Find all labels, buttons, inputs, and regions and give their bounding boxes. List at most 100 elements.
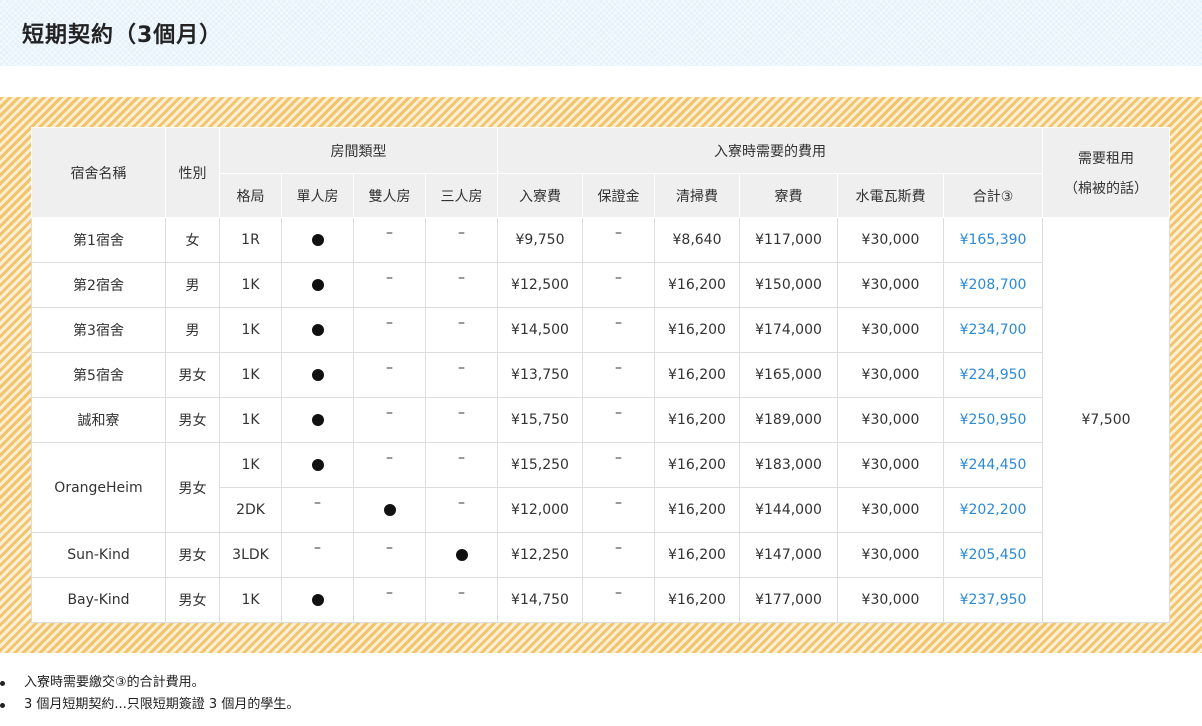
triple-cell: [425, 532, 498, 578]
double-cell: –: [353, 217, 426, 263]
dash-mark: –: [615, 315, 622, 331]
dorm-name-cell: 第1宿舍: [31, 217, 166, 263]
total-cell: ¥250,950: [942, 397, 1044, 443]
filled-circle-icon: [383, 504, 396, 516]
single-cell: [281, 307, 354, 353]
single-cell: [281, 217, 354, 263]
deposit-cell: –: [582, 307, 655, 353]
total-cell: ¥244,450: [942, 442, 1044, 488]
utilities-cell: ¥30,000: [837, 262, 944, 308]
rent-cell: ¥144,000: [739, 487, 838, 533]
dash-mark: –: [615, 270, 622, 286]
notes-list: 入寮時需要繳交③的合計費用。 3 個月短期契約...只限短期簽證 3 個月的學生…: [0, 672, 299, 716]
rent-cell: ¥117,000: [739, 217, 838, 263]
deposit-cell: –: [582, 532, 655, 578]
single-cell: [281, 397, 354, 443]
note-text: 入寮時需要繳交③的合計費用。: [24, 675, 205, 690]
filled-circle-icon: [455, 549, 468, 561]
filled-circle-icon: [311, 234, 324, 246]
dash-mark: –: [458, 270, 465, 286]
table-row: 第2宿舍男 1K – – ¥12,500 – ¥16,200 ¥150,000 ¥30,000 ¥…: [31, 262, 1170, 308]
dash-mark: –: [458, 585, 465, 601]
dash-mark: –: [386, 225, 393, 241]
total-cell: ¥224,950: [942, 352, 1044, 398]
gender-cell: 男女: [165, 352, 220, 398]
header-entry-fee: 入寮費: [497, 173, 583, 218]
double-cell: –: [353, 577, 426, 623]
table-row: 誠和寮 男女 1K – – ¥15,750 – ¥16,200 ¥189,000 ¥30,000 ¥…: [31, 397, 1170, 443]
dash-mark: –: [615, 585, 622, 601]
deposit-cell: –: [582, 442, 655, 488]
dash-mark: –: [386, 315, 393, 331]
layout-cell: 1K: [219, 352, 282, 398]
utilities-cell: ¥30,000: [837, 217, 944, 263]
gender-cell: 男: [165, 262, 220, 308]
filled-circle-icon: [311, 414, 324, 426]
header-bedding-label: 需要租用: [1078, 150, 1135, 167]
entry-fee-cell: ¥12,500: [497, 262, 583, 308]
dash-mark: –: [615, 225, 622, 241]
dash-mark: –: [615, 405, 622, 421]
dorm-name-cell: OrangeHeim: [31, 442, 166, 533]
utilities-cell: ¥30,000: [837, 487, 944, 533]
dormitory-fee-table: 宿舍名稱 性別 房間類型 入寮時需要的費用 需要租用 （棉被的話） 格局 單人房…: [31, 127, 1170, 623]
utilities-cell: ¥30,000: [837, 352, 944, 398]
deposit-cell: –: [582, 487, 655, 533]
triple-cell: –: [425, 352, 498, 398]
dash-mark: –: [314, 495, 321, 511]
deposit-cell: –: [582, 577, 655, 623]
note-item: 3 個月短期契約...只限短期簽證 3 個月的學生。: [0, 694, 299, 716]
utilities-cell: ¥30,000: [837, 307, 944, 353]
layout-cell: 1K: [219, 307, 282, 353]
single-cell: –: [281, 487, 354, 533]
header-gender: 性別: [165, 127, 220, 218]
layout-cell: 1K: [219, 577, 282, 623]
rent-cell: ¥189,000: [739, 397, 838, 443]
filled-circle-icon: [311, 459, 324, 471]
header-bedding: 需要租用 （棉被的話）: [1042, 127, 1170, 218]
filled-circle-icon: [311, 369, 324, 381]
dash-mark: –: [314, 540, 321, 556]
dorm-name-cell: 第5宿舍: [31, 352, 166, 398]
header-room-type: 房間類型: [219, 127, 498, 174]
header-fees-group: 入寮時需要的費用: [496, 127, 1044, 174]
triple-cell: –: [425, 577, 498, 623]
dash-mark: –: [386, 270, 393, 286]
layout-cell: 1R: [219, 217, 282, 263]
dash-mark: –: [615, 540, 622, 556]
total-cell: ¥208,700: [942, 262, 1044, 308]
rent-cell: ¥174,000: [739, 307, 838, 353]
dash-mark: –: [615, 495, 622, 511]
dash-mark: –: [458, 315, 465, 331]
single-cell: [281, 577, 354, 623]
cleaning-cell: ¥16,200: [654, 352, 740, 398]
utilities-cell: ¥30,000: [837, 532, 944, 578]
single-cell: –: [281, 532, 354, 578]
dash-mark: –: [386, 540, 393, 556]
cleaning-cell: ¥16,200: [654, 487, 740, 533]
triple-cell: –: [425, 487, 498, 533]
header-single: 單人房: [281, 173, 354, 218]
triple-cell: –: [425, 307, 498, 353]
dash-mark: –: [615, 450, 622, 466]
page-title: 短期契約（3個月）: [22, 23, 223, 48]
bullet-icon: [0, 703, 5, 708]
gender-cell: 男女: [165, 397, 220, 443]
dorm-name-cell: Sun-Kind: [31, 532, 166, 578]
deposit-cell: –: [582, 397, 655, 443]
cleaning-cell: ¥16,200: [654, 397, 740, 443]
header-name: 宿舍名稱: [31, 127, 166, 218]
table-row: OrangeHeim 男女 1K – – ¥15,250– ¥16,200 ¥183,000 ¥…: [31, 442, 1170, 533]
entry-fee-cell: ¥15,250: [497, 442, 583, 488]
double-cell: –: [353, 442, 426, 488]
cleaning-cell: ¥16,200: [654, 262, 740, 308]
header-bedding-sub: （棉被的話）: [1064, 180, 1149, 197]
cleaning-cell: ¥16,200: [654, 577, 740, 623]
entry-fee-cell: ¥13,750: [497, 352, 583, 398]
triple-cell: –: [425, 397, 498, 443]
triple-cell: –: [425, 217, 498, 263]
layout-cell: 1K: [219, 262, 282, 308]
table-row: Bay-Kind 男女 1K – – ¥14,750 – ¥16,200 ¥177,000 ¥30…: [31, 577, 1170, 623]
dorm-name-cell: 第2宿舍: [31, 262, 166, 308]
cleaning-cell: ¥16,200: [654, 307, 740, 353]
